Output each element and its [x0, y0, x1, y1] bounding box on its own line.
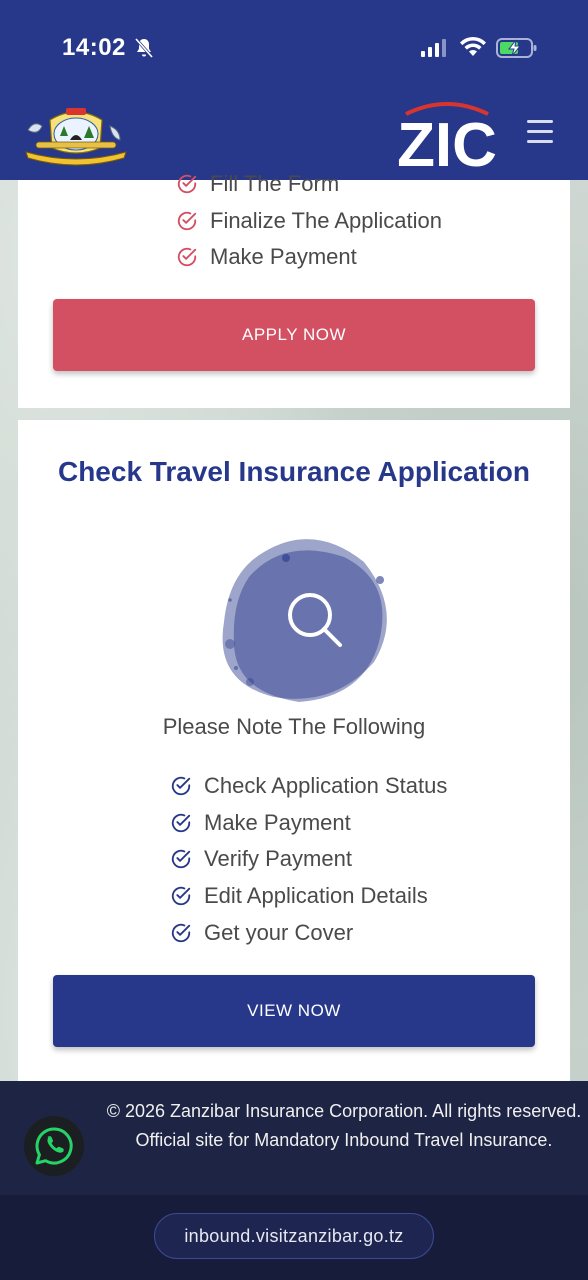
list-item: Check Application Status — [170, 768, 447, 805]
list-item: Make Payment — [176, 239, 442, 276]
browser-url-bar: inbound.visitzanzibar.go.tz — [0, 1195, 588, 1280]
note-text: Please Note The Following — [162, 714, 426, 739]
hamburger-menu-icon[interactable] — [524, 120, 556, 150]
wifi-icon — [460, 36, 486, 56]
item-label: Verify Payment — [204, 846, 352, 872]
menu-line — [527, 140, 553, 143]
check-circle-icon — [177, 248, 197, 267]
item-label: Get your Cover — [204, 919, 354, 945]
zanzibar-emblem-logo — [25, 108, 127, 166]
svg-text:ZIC: ZIC — [397, 111, 497, 172]
menu-line — [527, 120, 553, 123]
zic-logo: ZIC — [397, 102, 497, 172]
site-footer: © 2026 Zanzibar Insurance Corporation. A… — [0, 1081, 588, 1195]
app-header: 14:02 ZIC — [0, 0, 588, 180]
check-application-card: Check Travel Insurance Application Pleas… — [18, 420, 570, 1082]
list-item: Make Payment — [170, 805, 447, 842]
footer-copyright: © 2026 Zanzibar Insurance Corporation. A… — [106, 1101, 582, 1150]
url-field[interactable]: inbound.visitzanzibar.go.tz — [154, 1213, 434, 1259]
item-label: Edit Application Details — [204, 883, 428, 909]
step-label: Fill The Form — [210, 171, 340, 197]
card-title: Check Travel Insurance Application — [57, 456, 530, 487]
list-item: Fill The Form — [176, 166, 442, 203]
list-item: Verify Payment — [170, 841, 447, 878]
menu-line — [527, 130, 553, 133]
list-item: Get your Cover — [170, 914, 447, 951]
apply-now-button[interactable]: APPLY NOW — [53, 299, 535, 371]
apply-card: Fill The Form Finalize The Application M… — [18, 171, 570, 408]
step-label: Make Payment — [210, 244, 357, 270]
list-item: Edit Application Details — [170, 878, 447, 915]
cellular-signal-icon — [421, 39, 446, 57]
step-label: Finalize The Application — [210, 207, 442, 233]
check-circle-icon — [171, 813, 191, 832]
status-time: 14:02 — [62, 34, 126, 61]
check-circle-icon — [171, 850, 191, 869]
check-items-list: Check Application Status Make Payment Ve… — [170, 768, 447, 951]
check-circle-icon — [171, 886, 191, 906]
check-circle-icon — [177, 175, 197, 194]
apply-steps-list: Fill The Form Finalize The Application M… — [176, 166, 442, 276]
whatsapp-button[interactable] — [24, 1116, 84, 1176]
list-item: Finalize The Application — [176, 203, 442, 240]
check-circle-icon — [171, 777, 191, 796]
bell-off-icon — [134, 38, 154, 58]
check-circle-icon — [171, 923, 191, 942]
view-now-button[interactable]: VIEW NOW — [53, 975, 535, 1047]
whatsapp-icon — [35, 1127, 73, 1165]
battery-charging-icon — [496, 38, 537, 58]
search-illustration-icon — [222, 539, 387, 702]
item-label: Check Application Status — [204, 773, 448, 799]
check-circle-icon — [177, 211, 197, 230]
item-label: Make Payment — [204, 809, 351, 835]
